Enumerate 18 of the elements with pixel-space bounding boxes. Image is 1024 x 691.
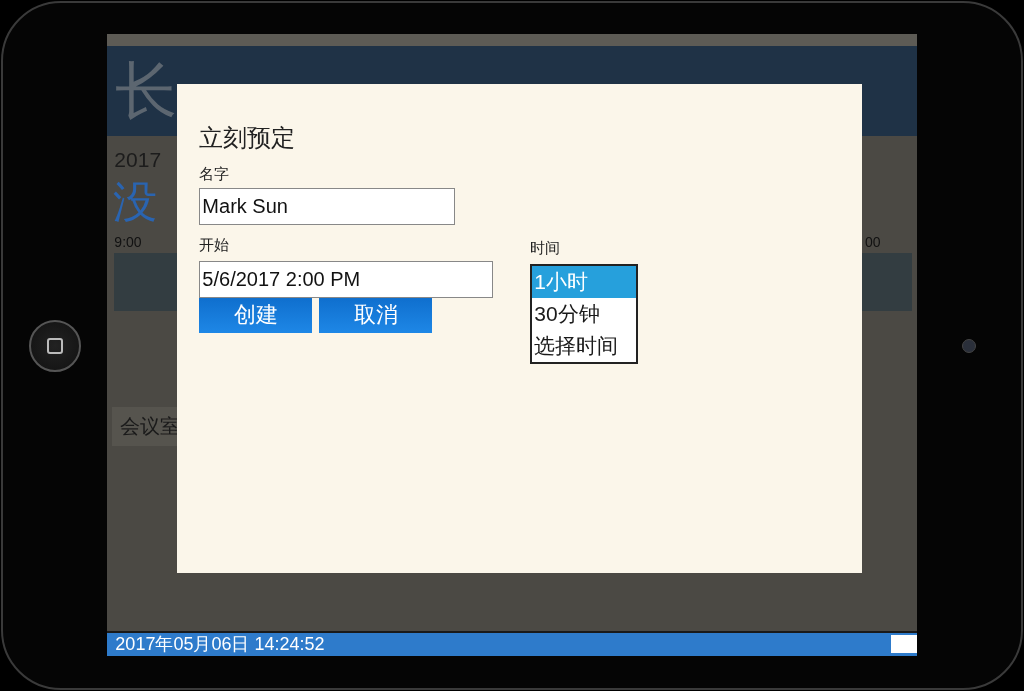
create-button[interactable]: 创建: [199, 297, 313, 333]
status-text: 没: [113, 177, 158, 226]
camera-icon: [961, 338, 976, 353]
start-field[interactable]: 5/6/2017 2:00 PM: [199, 260, 494, 298]
clock-text: 2017年05月06日 14:24:52: [114, 633, 325, 655]
duration-label: 时间: [530, 237, 561, 258]
cancel-button[interactable]: 取消: [319, 297, 433, 333]
room-title: 长: [115, 59, 178, 122]
time-label: 00: [865, 233, 881, 250]
name-field[interactable]: Mark Sun: [199, 187, 456, 225]
duration-option[interactable]: 30分钟: [532, 297, 637, 330]
dialog-title: 立刻预定: [199, 122, 297, 153]
time-label: 9:00: [114, 233, 142, 250]
name-label: 名字: [199, 163, 230, 184]
start-label: 开始: [199, 234, 230, 255]
duration-option[interactable]: 选择时间: [532, 329, 637, 362]
duration-listbox[interactable]: 1小时 30分钟 选择时间: [530, 263, 639, 364]
footer-widget: [890, 635, 917, 653]
